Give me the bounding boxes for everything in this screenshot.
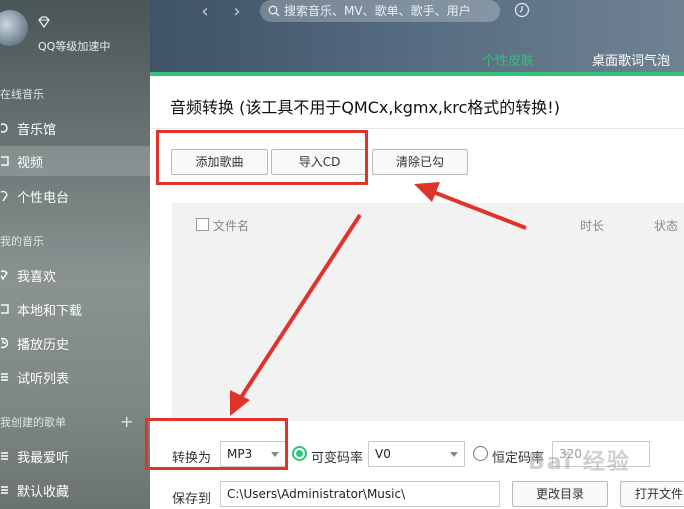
file-list[interactable]: 文件名 时长 状态 (172, 203, 684, 421)
sidebar-item-playlist-favorite[interactable]: 我最爱听 (0, 441, 150, 471)
column-status: 状态 (654, 219, 679, 233)
heart-icon (1, 270, 8, 281)
sidebar-item-label: 试听列表 (17, 371, 70, 387)
sidebar-item-local-download[interactable]: 本地和下载 (0, 294, 150, 324)
section-my-music: 我的音乐 (0, 235, 44, 248)
listen-recognize-icon[interactable] (514, 2, 530, 18)
sidebar-item-label: 播放历史 (17, 337, 70, 353)
playlist-icon (1, 486, 8, 494)
clear-checked-button[interactable]: 清除已勾 (372, 149, 468, 175)
list-icon (1, 373, 8, 381)
chevron-down-icon (450, 452, 458, 457)
divider (150, 128, 684, 129)
change-directory-button[interactable]: 更改目录 (512, 481, 608, 507)
save-path-field[interactable]: C:\Users\Administrator\Music\ (220, 481, 500, 507)
sidebar-item-label: 我最爱听 (17, 450, 70, 466)
forward-arrow-icon[interactable]: › (228, 2, 246, 22)
column-duration: 时长 (580, 219, 605, 233)
vbr-value: V0 (375, 447, 391, 461)
music-hall-icon (1, 123, 8, 133)
dialog-title: 音频转换 (该工具不用于QMCx,kgmx,krc格式的转换!) (170, 98, 560, 117)
vbr-select[interactable]: V0 (368, 441, 465, 467)
cbr-radio[interactable] (473, 446, 488, 461)
avatar[interactable] (0, 10, 28, 46)
sidebar: QQ等级加速中 在线音乐 音乐馆 视频 个性电台 我的音乐 我喜欢 本地和下载 … (0, 0, 150, 509)
radio-icon (1, 190, 8, 202)
watermark: Bai 经验 (528, 450, 631, 475)
skin-link[interactable]: 个性皮肤 (482, 50, 534, 69)
section-online-music: 在线音乐 (0, 88, 44, 101)
history-icon (1, 337, 9, 349)
sidebar-item-label: 个性电台 (17, 190, 70, 206)
video-icon (1, 156, 9, 166)
top-bar: ‹ › 个性皮肤 桌面歌词气泡 (150, 0, 684, 72)
sidebar-item-music-hall[interactable]: 音乐馆 (0, 113, 150, 143)
search-icon (268, 5, 280, 17)
sidebar-item-playlist-default[interactable]: 默认收藏 (0, 475, 150, 505)
playlist-icon (1, 452, 8, 460)
sidebar-item-label: 本地和下载 (17, 303, 83, 319)
sidebar-item-video[interactable]: 视频 (0, 146, 150, 176)
vip-status-text: QQ等级加速中 (38, 40, 111, 53)
vbr-radio[interactable] (292, 446, 307, 461)
sidebar-item-favorites[interactable]: 我喜欢 (0, 260, 150, 290)
desktop-lyrics-link[interactable]: 桌面歌词气泡 (592, 50, 670, 69)
annotation-box-format (145, 418, 288, 470)
sidebar-item-label: 默认收藏 (17, 484, 70, 500)
save-to-label: 保存到 (172, 492, 212, 507)
search-input[interactable] (284, 4, 494, 18)
select-all-checkbox[interactable] (196, 218, 209, 231)
column-filename: 文件名 (213, 219, 250, 233)
add-playlist-icon[interactable]: + (120, 412, 133, 431)
sidebar-item-radio[interactable]: 个性电台 (0, 181, 150, 211)
section-my-playlists: 我创建的歌单 (0, 416, 66, 429)
annotation-box-buttons (156, 130, 368, 185)
back-arrow-icon[interactable]: ‹ (196, 2, 214, 22)
sidebar-item-history[interactable]: 播放历史 (0, 328, 150, 358)
open-folder-button[interactable]: 打开文件 (620, 481, 684, 507)
diamond-icon[interactable] (36, 14, 52, 30)
sidebar-item-label: 视频 (17, 155, 44, 171)
sidebar-item-label: 音乐馆 (17, 122, 57, 138)
vbr-label: 可变码率 (311, 451, 364, 466)
sidebar-item-label: 我喜欢 (17, 269, 57, 285)
search-box[interactable] (260, 0, 500, 22)
local-download-icon (1, 304, 9, 314)
sidebar-item-trial-list[interactable]: 试听列表 (0, 362, 150, 392)
